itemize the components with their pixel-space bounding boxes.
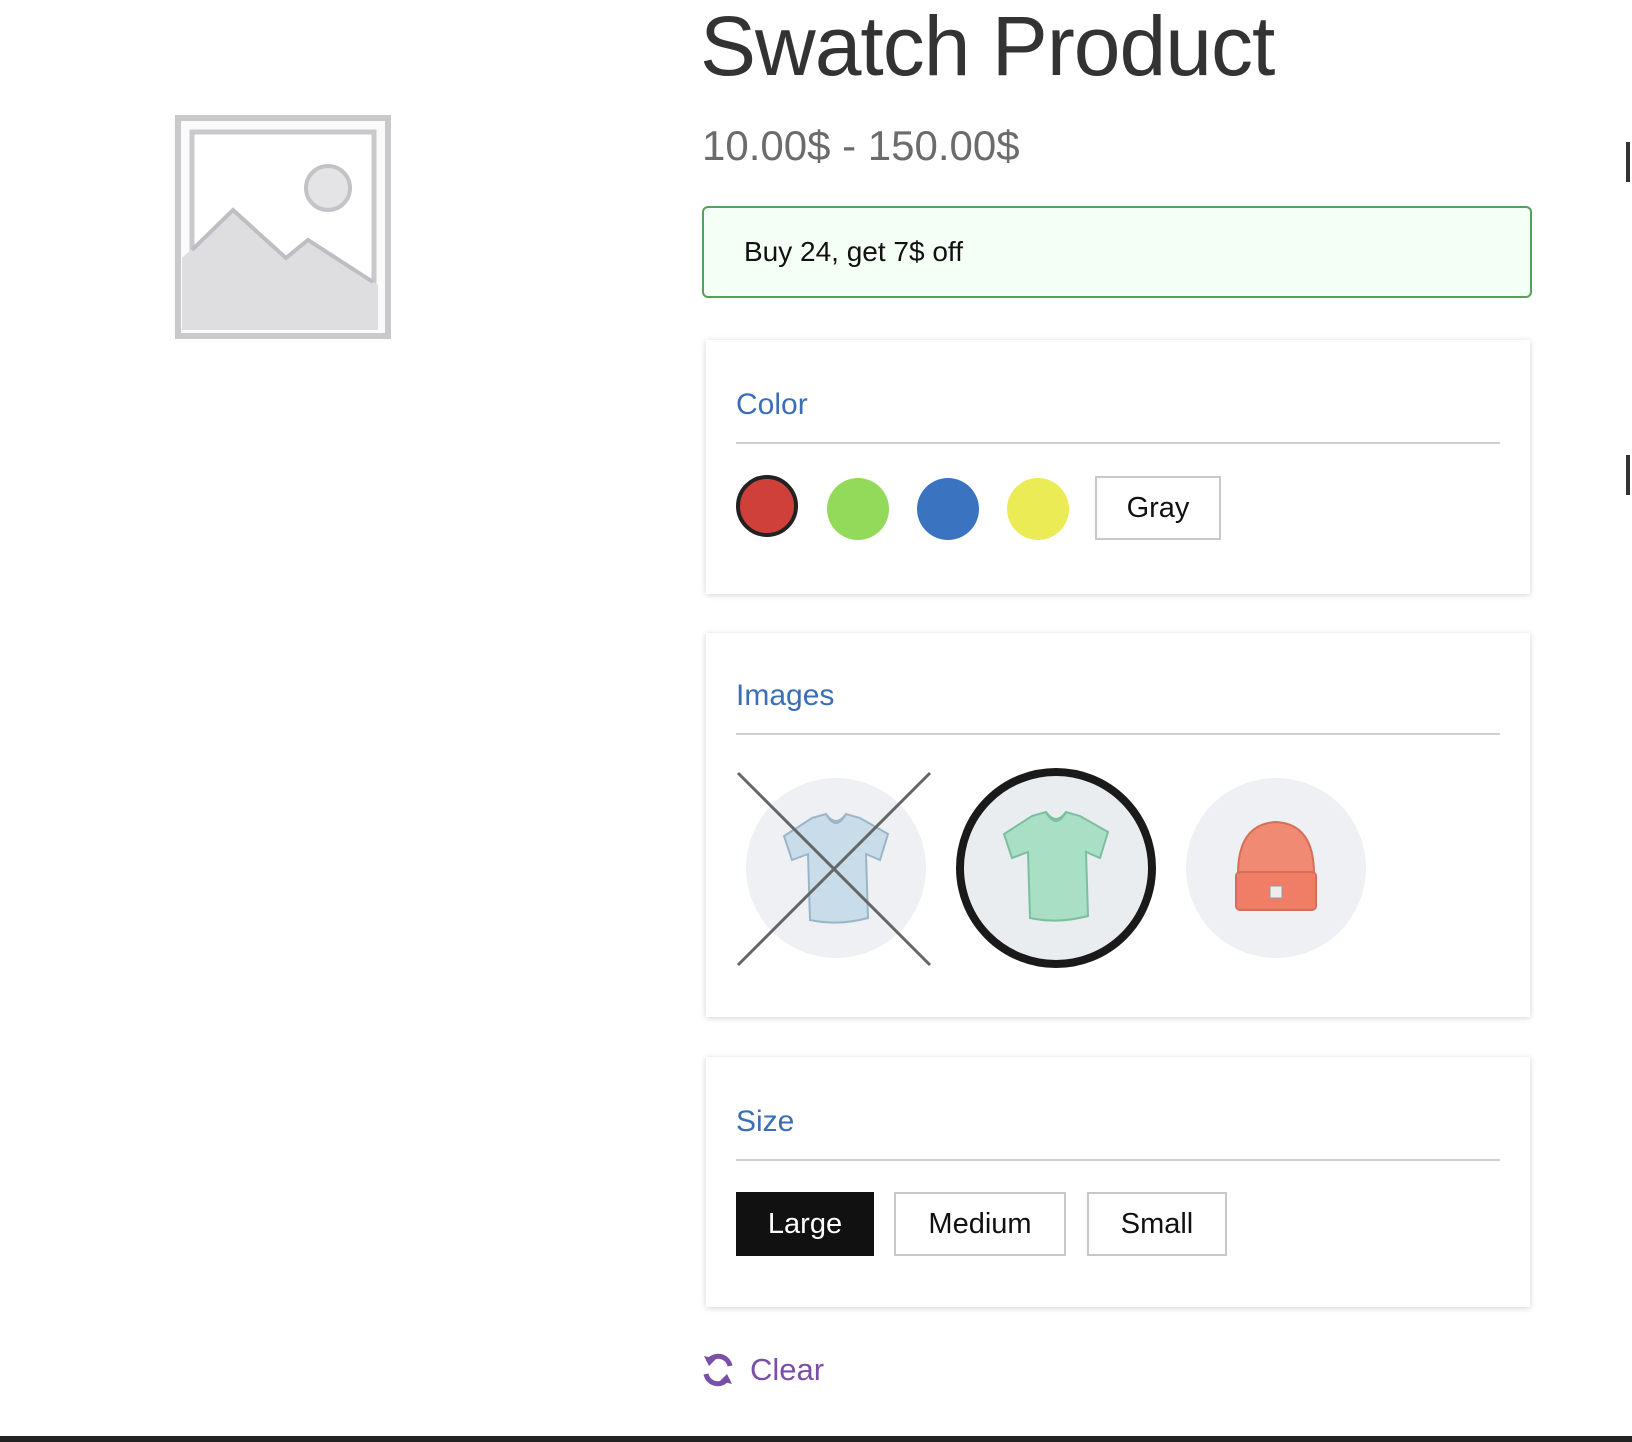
clear-button[interactable]: Clear: [700, 1352, 824, 1388]
size-option-large[interactable]: Large: [736, 1192, 874, 1256]
images-attribute-card: Images: [706, 633, 1530, 1017]
size-option-small[interactable]: Small: [1087, 1192, 1227, 1256]
product-image-placeholder: [168, 110, 398, 350]
color-label: Color: [736, 388, 808, 421]
image-swatch-green-tshirt[interactable]: [956, 768, 1156, 968]
clipped-content-edge: [1626, 455, 1630, 495]
clear-label: Clear: [750, 1352, 825, 1387]
size-label: Size: [736, 1105, 795, 1138]
color-attribute-card: Color Gray: [706, 340, 1530, 594]
divider: [736, 442, 1500, 444]
orange-beanie-icon: [1235, 820, 1317, 911]
divider: [736, 1159, 1500, 1161]
color-swatch-blue[interactable]: [917, 478, 979, 540]
product-price: 10.00$ - 150.00$: [702, 122, 1020, 169]
color-swatch-red[interactable]: [736, 475, 798, 537]
clipped-content-edge: [1626, 142, 1630, 182]
promo-banner: Buy 24, get 7$ off: [702, 206, 1532, 298]
refresh-icon: [703, 1353, 733, 1387]
color-swatch-yellow[interactable]: [1007, 478, 1069, 540]
window-bottom-edge: [0, 1436, 1632, 1442]
size-option-medium[interactable]: Medium: [894, 1192, 1066, 1256]
green-tshirt-icon: [1002, 810, 1110, 922]
divider: [736, 733, 1500, 735]
size-attribute-card: Size: [706, 1057, 1530, 1307]
image-placeholder-icon: [175, 115, 391, 339]
color-swatch-gray[interactable]: Gray: [1095, 476, 1221, 540]
promo-text: Buy 24, get 7$ off: [744, 236, 963, 267]
image-swatch-orange-beanie[interactable]: [1186, 778, 1366, 958]
images-label: Images: [736, 679, 835, 712]
product-title: Swatch Product: [700, 0, 1275, 93]
unavailable-cross-icon: [736, 771, 932, 967]
color-swatch-green[interactable]: [827, 478, 889, 540]
